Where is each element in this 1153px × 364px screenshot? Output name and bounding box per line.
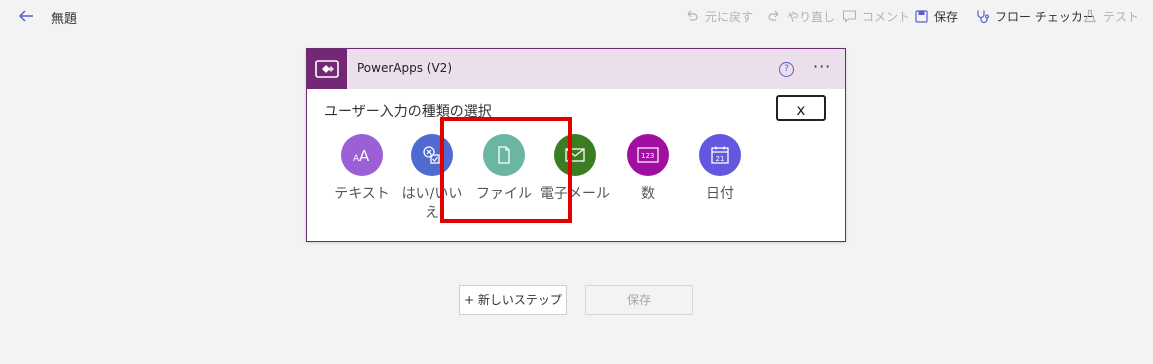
more-options-icon[interactable]: ··· — [813, 57, 831, 76]
save-icon — [913, 8, 929, 24]
card-header[interactable]: PowerApps (V2) ? ··· — [307, 49, 845, 89]
help-icon[interactable]: ? — [779, 62, 794, 77]
undo-button[interactable]: 元に戻す — [684, 6, 753, 26]
save-toolbar-button[interactable]: 保存 — [913, 6, 958, 26]
test-label: テスト — [1103, 9, 1140, 24]
input-type-label: テキスト — [334, 186, 390, 202]
input-type-yes-no[interactable]: はい/いいえ — [397, 134, 467, 223]
test-button[interactable]: テスト — [1082, 6, 1139, 26]
command-bar: 無題 元に戻す やり直し コメント 保存 フロー チェッカー テスト — [0, 0, 1153, 32]
input-type-file[interactable]: ファイル — [469, 134, 539, 204]
flow-checker-button[interactable]: フロー チェッカー — [974, 6, 1095, 26]
save-button[interactable]: 保存 — [585, 285, 693, 315]
input-type-label: 日付 — [706, 186, 734, 202]
back-arrow-icon[interactable] — [17, 7, 35, 25]
svg-text:A: A — [359, 147, 370, 164]
flask-icon — [1082, 8, 1098, 24]
input-type-label: ファイル — [476, 186, 532, 202]
powerapps-trigger-card: PowerApps (V2) ? ··· ユーザー入力の種類の選択 x AA テ… — [306, 48, 846, 242]
card-title: PowerApps (V2) — [357, 61, 452, 75]
comment-icon — [841, 8, 857, 24]
input-type-label: はい/いいえ — [401, 186, 463, 221]
input-type-email[interactable]: 電子メール — [540, 134, 610, 204]
close-button[interactable]: x — [776, 95, 826, 121]
file-icon — [483, 134, 525, 176]
redo-label: やり直し — [787, 9, 836, 24]
svg-text:21: 21 — [716, 155, 725, 163]
powerapps-logo-icon — [307, 49, 347, 89]
redo-button[interactable]: やり直し — [766, 6, 835, 26]
number-icon: 123 — [627, 134, 669, 176]
redo-icon — [766, 8, 782, 24]
input-type-prompt: ユーザー入力の種類の選択 — [324, 104, 492, 120]
text-icon: AA — [341, 134, 383, 176]
new-step-button[interactable]: + 新しいステップ — [459, 285, 567, 315]
comment-label: コメント — [862, 9, 911, 24]
undo-label: 元に戻す — [705, 9, 754, 24]
svg-text:123: 123 — [641, 152, 654, 160]
input-type-number[interactable]: 123 数 — [613, 134, 683, 204]
comment-button[interactable]: コメント — [841, 6, 910, 26]
input-type-label: 数 — [641, 186, 655, 202]
stethoscope-icon — [974, 8, 990, 24]
flow-checker-label: フロー チェッカー — [995, 9, 1095, 24]
input-type-label: 電子メール — [540, 186, 610, 202]
flow-title[interactable]: 無題 — [51, 8, 77, 27]
undo-icon — [684, 8, 700, 24]
date-icon: 21 — [699, 134, 741, 176]
save-toolbar-label: 保存 — [934, 9, 959, 24]
yes-no-icon — [411, 134, 453, 176]
input-type-date[interactable]: 21 日付 — [685, 134, 755, 204]
input-type-text[interactable]: AA テキスト — [327, 134, 397, 204]
email-icon — [554, 134, 596, 176]
